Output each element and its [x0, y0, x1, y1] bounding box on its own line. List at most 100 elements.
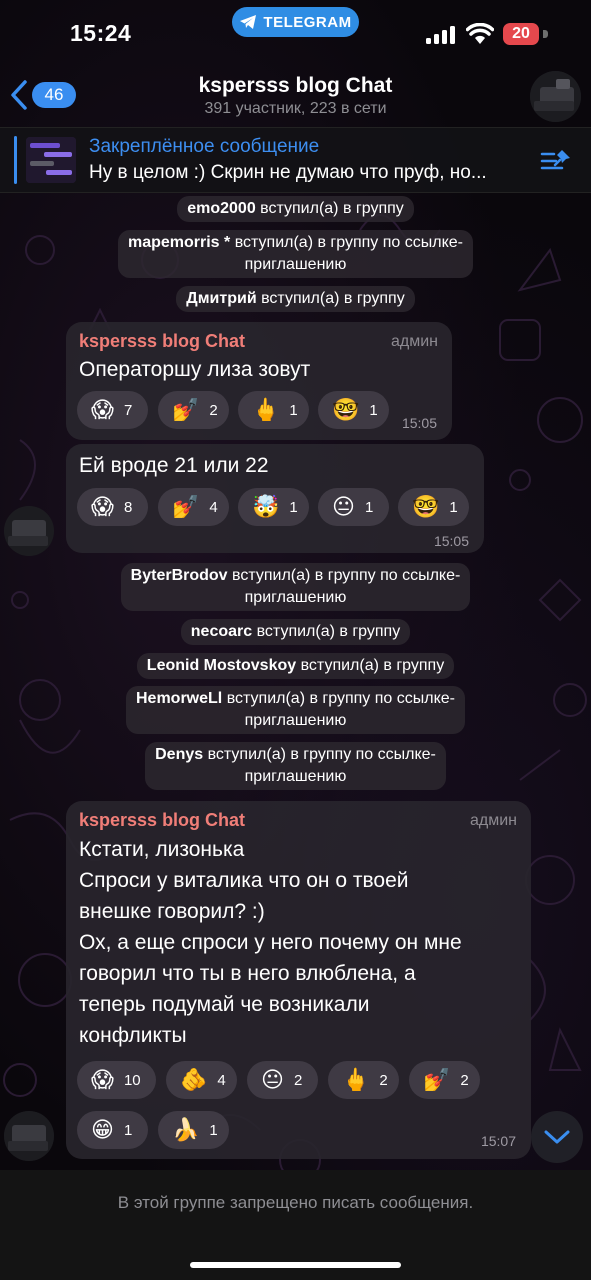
reaction-count: 8: [123, 498, 133, 516]
pinned-message-bar[interactable]: Закреплённое сообщение Ну в целом :) Скр…: [0, 127, 591, 193]
reaction-chip[interactable]: 😱 10: [77, 1061, 156, 1099]
reaction-count: 4: [209, 498, 218, 516]
service-user[interactable]: mapemorris *: [128, 234, 230, 251]
reaction-count: 2: [460, 1071, 469, 1089]
message-time: 15:05: [401, 415, 437, 431]
service-action-cont: приглашению: [244, 712, 347, 729]
service-message: Leonid Mostovskoy вступил(а) в группу: [0, 653, 591, 679]
service-action-cont: приглашению: [244, 768, 347, 785]
service-action: вступил(а) в группу по ссылке-: [207, 746, 436, 763]
reaction-chip[interactable]: 😱 7: [77, 391, 148, 429]
posting-disabled-notice: В этой группе запрещено писать сообщения…: [117, 1193, 474, 1212]
service-user[interactable]: Leonid Mostovskoy: [147, 657, 296, 674]
reaction-emoji: 😱: [91, 397, 114, 422]
service-action: вступил(а) в группу: [256, 623, 401, 640]
reaction-chip[interactable]: 😐 1: [318, 488, 389, 526]
reaction-chip[interactable]: 💅 2: [158, 391, 229, 429]
service-action-cont: приглашению: [244, 256, 347, 273]
reaction-count: 2: [379, 1071, 388, 1089]
reaction-chip[interactable]: 🫵 4: [166, 1061, 237, 1099]
home-indicator[interactable]: [190, 1262, 401, 1268]
admin-label: админ: [469, 812, 517, 829]
service-action: вступил(а) в группу: [300, 657, 445, 674]
avatar-image: [530, 71, 581, 122]
pinned-thumbnail: [26, 137, 76, 183]
message-text: Ей вроде 21 или 22: [79, 454, 269, 477]
service-action: вступил(а) в группу: [261, 290, 405, 307]
reaction-chip[interactable]: 💅 2: [409, 1061, 480, 1099]
reaction-emoji: 🤯: [252, 494, 280, 519]
reaction-count: 10: [123, 1071, 141, 1089]
reaction-emoji: 🍌: [172, 1117, 200, 1142]
reaction-emoji: 😐: [332, 494, 355, 519]
chat-avatar[interactable]: [530, 71, 581, 122]
service-user[interactable]: HemorweLl: [136, 690, 222, 707]
reaction-count: 2: [293, 1071, 303, 1089]
reaction-emoji: 🤓: [412, 494, 440, 519]
scroll-to-bottom-button[interactable]: [531, 1111, 583, 1163]
message-line: Ох, а еще спроси у него почему он мне: [79, 931, 462, 954]
message-time: 15:05: [433, 533, 469, 549]
message-time: 15:07: [480, 1133, 516, 1149]
avatar-image: [4, 1111, 54, 1161]
message-bubble[interactable]: Ей вроде 21 или 22 😱 8 💅 4 🤯 1 😐 1 🤓 1 15:05: [66, 444, 484, 553]
telegram-icon: [240, 15, 257, 29]
user-avatar[interactable]: [4, 1111, 54, 1161]
reaction-emoji: 😐: [261, 1067, 284, 1092]
pinned-list-icon[interactable]: [540, 148, 572, 174]
reaction-chip[interactable]: 😁 1: [77, 1111, 148, 1149]
admin-label: админ: [390, 333, 438, 350]
reaction-chip[interactable]: 😐 2: [247, 1061, 318, 1099]
reaction-chip[interactable]: 🖕 1: [238, 391, 309, 429]
status-bar: 15:24 TELEGRAM 20: [0, 0, 591, 66]
reaction-count: 1: [449, 498, 458, 516]
service-user[interactable]: Дмитрий: [186, 290, 256, 307]
reaction-emoji: 😁: [91, 1117, 114, 1142]
reaction-chip[interactable]: 🍌 1: [158, 1111, 229, 1149]
service-action-cont: приглашению: [244, 589, 347, 606]
chat-title[interactable]: kspersss blog Chat: [0, 74, 591, 98]
service-message: Дмитрий вступил(а) в группу: [0, 286, 591, 312]
app-pill-label: TELEGRAM: [263, 13, 352, 31]
reaction-chip[interactable]: 😱 8: [77, 488, 148, 526]
service-user[interactable]: Denys: [155, 746, 203, 763]
reaction-count: 1: [289, 401, 298, 419]
input-disabled-bar: В этой группе запрещено писать сообщения…: [0, 1170, 591, 1280]
message-text: Кстати, лизонька Спроси у виталика что о…: [79, 834, 462, 1051]
reaction-count: 1: [123, 1121, 133, 1139]
service-action: вступил(а) в группу по ссылке-: [234, 234, 463, 251]
message-text: Операторшу лиза зовут: [79, 358, 311, 381]
reaction-emoji: 🤓: [332, 397, 360, 422]
pinned-title: Закреплённое сообщение: [89, 136, 320, 157]
reaction-chip[interactable]: 💅 4: [158, 488, 229, 526]
pinned-text: Ну в целом :) Скрин не думаю что пруф, н…: [89, 162, 487, 183]
reaction-count: 1: [289, 498, 298, 516]
service-message: mapemorris * вступил(а) в группу по ссыл…: [0, 230, 591, 278]
message-bubble[interactable]: kspersss blog Chat админ Операторшу лиза…: [66, 322, 452, 440]
service-message: emo2000 вступил(а) в группу: [0, 196, 591, 222]
reaction-emoji: 🖕: [342, 1067, 370, 1092]
message-sender[interactable]: kspersss blog Chat: [79, 810, 245, 831]
message-sender[interactable]: kspersss blog Chat: [79, 331, 245, 352]
reaction-chip[interactable]: 🤯 1: [238, 488, 309, 526]
reaction-count: 1: [209, 1121, 218, 1139]
reaction-emoji: 😱: [91, 494, 114, 519]
reaction-count: 2: [209, 401, 218, 419]
telegram-app-pill[interactable]: TELEGRAM: [232, 7, 359, 37]
chat-subtitle: 391 участник, 223 в сети: [204, 100, 387, 117]
reaction-chip[interactable]: 🤓 1: [318, 391, 389, 429]
service-user[interactable]: emo2000: [187, 200, 256, 217]
signal-icon: [426, 26, 455, 44]
service-message: ByterBrodov вступил(а) в группу по ссылк…: [0, 563, 591, 611]
service-user[interactable]: ByterBrodov: [131, 567, 228, 584]
service-action: вступил(а) в группу по ссылке-: [226, 690, 455, 707]
reaction-chip[interactable]: 🤓 1: [398, 488, 469, 526]
reaction-chip[interactable]: 🖕 2: [328, 1061, 399, 1099]
reaction-count: 7: [123, 401, 133, 419]
message-bubble[interactable]: kspersss blog Chat админ Кстати, лизоньк…: [66, 801, 531, 1159]
user-avatar[interactable]: [4, 506, 54, 556]
message-line: Спроси у виталика что он о твоей: [79, 869, 409, 892]
message-line: теперь подумай че возникали: [79, 993, 370, 1016]
avatar-image: [4, 506, 54, 556]
service-user[interactable]: necoarc: [191, 623, 252, 640]
